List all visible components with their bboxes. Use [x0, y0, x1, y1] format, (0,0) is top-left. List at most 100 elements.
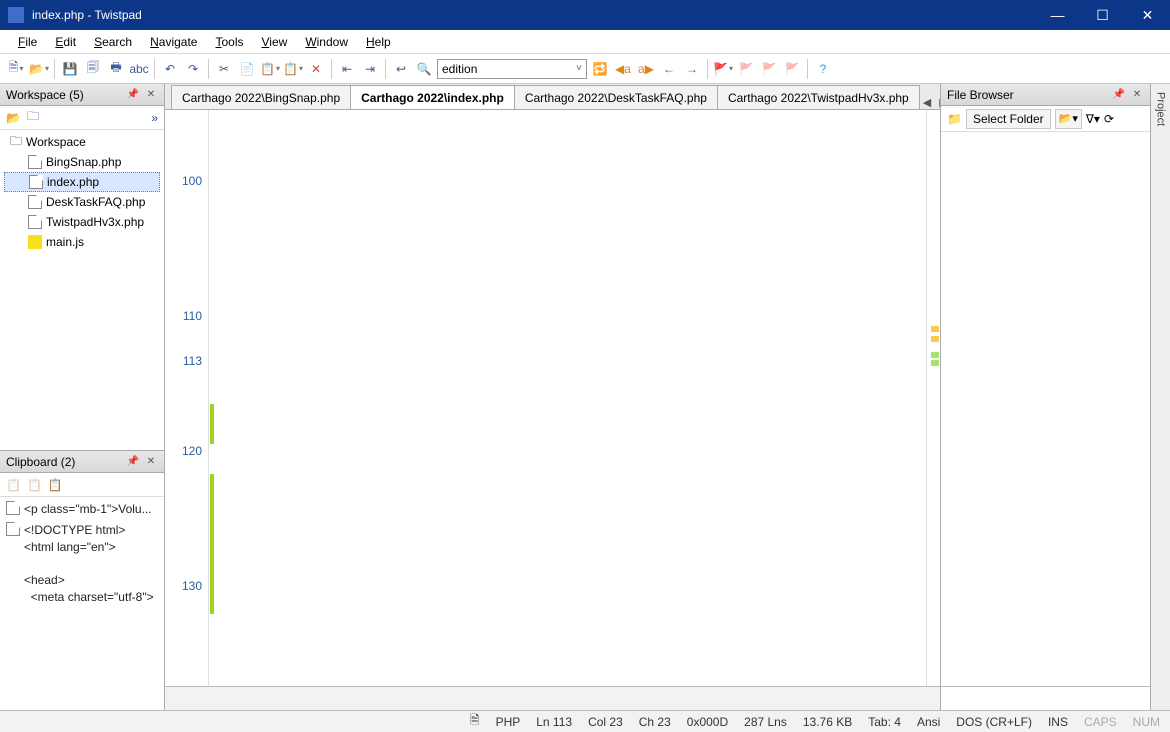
code-editor[interactable]: 100 110 113 120 130: [165, 110, 940, 686]
paste-icon[interactable]: 📋: [6, 478, 21, 492]
editor-tab[interactable]: Carthago 2022\BingSnap.php: [171, 85, 351, 109]
maximize-button[interactable]: ☐: [1080, 0, 1125, 30]
workspace-item[interactable]: TwistpadHv3x.php: [4, 212, 160, 232]
bottom-tabs: [165, 686, 940, 710]
file-browser-title: File Browser: [947, 88, 1108, 102]
bookmark-clear-button[interactable]: 🚩: [782, 59, 802, 79]
status-language: PHP: [496, 715, 521, 729]
file-browser-list[interactable]: [941, 132, 1150, 686]
app-icon: [8, 7, 24, 23]
copy-button[interactable]: 📄: [237, 59, 257, 79]
workspace-title: Workspace (5): [6, 88, 122, 102]
close-button[interactable]: ✕: [1125, 0, 1170, 30]
clipboard-item[interactable]: <p class="mb-1">Volu...: [6, 501, 158, 518]
clipboard-item[interactable]: <!DOCTYPE html> <html lang="en"> <head> …: [6, 522, 158, 606]
goto-next-button[interactable]: →: [682, 59, 702, 79]
file-browser-bottom-tabs: [941, 686, 1150, 710]
save-all-button[interactable]: 🗐: [83, 59, 103, 79]
ws-open-folder-icon[interactable]: 📂: [6, 111, 21, 125]
status-size: 13.76 KB: [803, 715, 852, 729]
ws-more-icon[interactable]: »: [151, 111, 158, 125]
close-panel-icon[interactable]: ✕: [144, 88, 158, 102]
pin-icon[interactable]: 📌: [1112, 88, 1126, 102]
search-input[interactable]: edition: [437, 59, 587, 79]
editor-tab[interactable]: Carthago 2022\index.php: [350, 85, 515, 109]
workspace-root[interactable]: 🗀Workspace: [4, 132, 160, 152]
workspace-toolbar: 📂 🗀 »: [0, 106, 164, 130]
clear-clipboard-icon[interactable]: 📋: [48, 478, 63, 492]
workspace-item[interactable]: DeskTaskFAQ.php: [4, 192, 160, 212]
code-area[interactable]: [215, 110, 926, 686]
menu-navigate[interactable]: Navigate: [142, 33, 205, 51]
menu-view[interactable]: View: [254, 33, 296, 51]
new-file-button[interactable]: 🗎: [6, 59, 26, 79]
editor-tab[interactable]: Carthago 2022\DeskTaskFAQ.php: [514, 85, 718, 109]
workspace-item[interactable]: index.php: [4, 172, 160, 192]
find-next-button[interactable]: a▶: [636, 59, 656, 79]
minimize-button[interactable]: —: [1035, 0, 1080, 30]
workspace-item[interactable]: main.js: [4, 232, 160, 252]
refresh-icon[interactable]: ⟳: [1104, 112, 1114, 126]
menu-search[interactable]: Search: [86, 33, 140, 51]
close-panel-icon[interactable]: ✕: [144, 455, 158, 469]
file-browser-column: File Browser 📌 ✕ 📁 Select Folder 📂▾ ∇▾ ⟳: [940, 84, 1150, 710]
bookmark-next-button[interactable]: 🚩: [759, 59, 779, 79]
status-num: NUM: [1133, 715, 1160, 729]
collapsed-panel-rail[interactable]: Project: [1150, 84, 1170, 710]
workspace-panel-header: Workspace (5) 📌 ✕: [0, 84, 164, 106]
find-replace-button[interactable]: 🔁: [590, 59, 610, 79]
goto-prev-button[interactable]: ←: [659, 59, 679, 79]
close-panel-icon[interactable]: ✕: [1130, 88, 1144, 102]
overview-ruler[interactable]: [926, 110, 940, 686]
spellcheck-button[interactable]: abc: [129, 59, 149, 79]
menu-edit[interactable]: Edit: [47, 33, 84, 51]
help-button[interactable]: ?: [813, 59, 833, 79]
cut-button[interactable]: ✂: [214, 59, 234, 79]
file-browser-header: File Browser 📌 ✕: [941, 84, 1150, 106]
undo-button[interactable]: ↶: [160, 59, 180, 79]
select-folder-button[interactable]: Select Folder: [966, 109, 1051, 129]
menu-file[interactable]: File: [10, 33, 45, 51]
clipboard-panel: Clipboard (2) 📌 ✕ 📋 📋 📋 <p class="mb-1">…: [0, 450, 164, 710]
clipboard-list[interactable]: <p class="mb-1">Volu... <!DOCTYPE html> <…: [0, 497, 164, 710]
menu-tools[interactable]: Tools: [207, 33, 251, 51]
clipboard-history-button[interactable]: 📋: [283, 59, 303, 79]
workspace-tree[interactable]: 🗀WorkspaceBingSnap.phpindex.phpDeskTaskF…: [0, 130, 164, 450]
left-column: Workspace (5) 📌 ✕ 📂 🗀 » 🗀WorkspaceBingSn…: [0, 84, 165, 710]
bookmark-button[interactable]: 🚩: [713, 59, 733, 79]
ws-new-folder-icon[interactable]: 🗀: [27, 107, 39, 128]
status-hex: 0x000D: [687, 715, 728, 729]
pin-icon[interactable]: 📌: [126, 88, 140, 102]
editor-column: Carthago 2022\BingSnap.phpCarthago 2022\…: [165, 84, 940, 710]
redo-button[interactable]: ↷: [183, 59, 203, 79]
folder-options-button[interactable]: 📂▾: [1055, 109, 1082, 129]
pin-icon[interactable]: 📌: [126, 455, 140, 469]
menu-help[interactable]: Help: [358, 33, 399, 51]
save-button[interactable]: 💾: [60, 59, 80, 79]
paste-button[interactable]: 📋: [260, 59, 280, 79]
status-encoding: Ansi: [917, 715, 940, 729]
wordwrap-button[interactable]: ↩: [391, 59, 411, 79]
tab-nav-icon[interactable]: ◀: [919, 96, 935, 109]
status-char: Ch 23: [639, 715, 671, 729]
editor-tab[interactable]: Carthago 2022\TwistpadHv3x.php: [717, 85, 920, 109]
line-number-gutter: 100 110 113 120 130: [165, 110, 209, 686]
paste-special-icon[interactable]: 📋: [27, 478, 42, 492]
project-tab-label[interactable]: Project: [1155, 84, 1167, 126]
bookmark-prev-button[interactable]: 🚩: [736, 59, 756, 79]
find-prev-button[interactable]: ◀a: [613, 59, 633, 79]
open-file-button[interactable]: 📂: [29, 59, 49, 79]
status-eol: DOS (CR+LF): [956, 715, 1032, 729]
status-line: Ln 113: [536, 715, 572, 729]
clipboard-toolbar: 📋 📋 📋: [0, 473, 164, 497]
filter-icon[interactable]: ∇▾: [1086, 112, 1100, 126]
print-button[interactable]: 🖶: [106, 59, 126, 79]
clipboard-panel-header: Clipboard (2) 📌 ✕: [0, 451, 164, 473]
find-button[interactable]: 🔍: [414, 59, 434, 79]
menu-window[interactable]: Window: [297, 33, 356, 51]
outdent-button[interactable]: ⇤: [337, 59, 357, 79]
statusbar: 🗎 PHP Ln 113 Col 23 Ch 23 0x000D 287 Lns…: [0, 710, 1170, 732]
workspace-item[interactable]: BingSnap.php: [4, 152, 160, 172]
delete-button[interactable]: ✕: [306, 59, 326, 79]
indent-button[interactable]: ⇥: [360, 59, 380, 79]
